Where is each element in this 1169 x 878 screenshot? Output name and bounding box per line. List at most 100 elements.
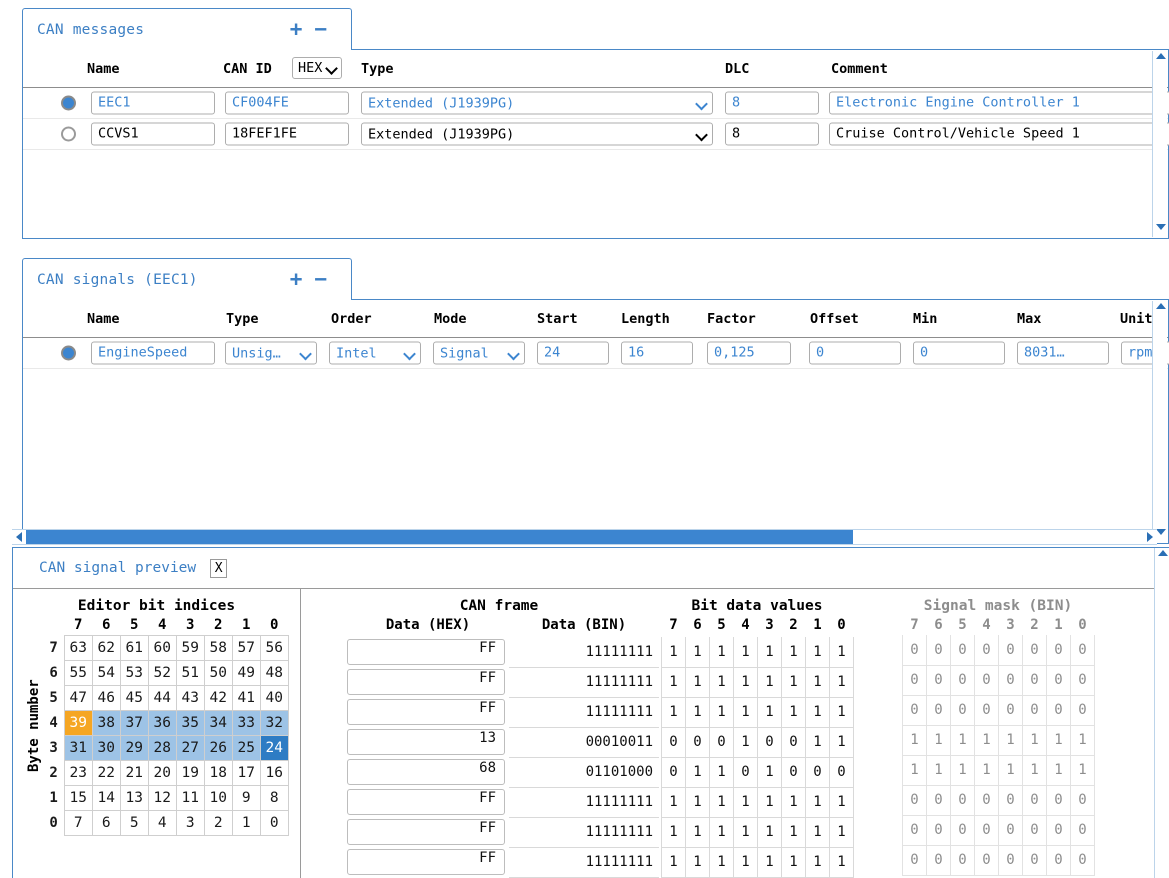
editor-bit-cell[interactable]: 32 [260,711,288,736]
bit-value-cell[interactable]: 1 [830,817,854,847]
bit-value-cell[interactable]: 0 [806,757,830,787]
bit-value-cell[interactable]: 1 [806,847,830,877]
can-signals-vertical-scrollbar[interactable] [1152,301,1167,542]
add-message-button[interactable]: + [290,19,303,40]
bit-value-cell[interactable]: 1 [710,787,734,817]
bit-value-cell[interactable]: 1 [734,727,758,757]
message-dlc-field[interactable]: 8 [725,92,819,115]
bit-value-cell[interactable]: 0 [782,757,806,787]
signal-length-field[interactable]: 16 [621,342,693,365]
editor-bit-cell[interactable]: 23 [64,761,92,786]
editor-bit-cell[interactable]: 34 [204,711,232,736]
editor-bit-cell[interactable]: 16 [260,761,288,786]
editor-bit-cell[interactable]: 42 [204,686,232,711]
editor-bit-cell[interactable]: 40 [260,686,288,711]
message-type-select[interactable]: Extended (J1939PG) [361,92,713,115]
editor-bit-cell[interactable]: 11 [176,786,204,811]
frame-hex-input[interactable]: FF [347,789,505,815]
bit-value-cell[interactable]: 1 [782,787,806,817]
frame-hex-input[interactable]: FF [347,699,505,725]
editor-bit-cell[interactable]: 7 [64,811,92,836]
scroll-up-arrow-icon[interactable] [1155,303,1166,314]
editor-bit-cell[interactable]: 57 [232,636,260,661]
editor-bit-cell[interactable]: 36 [148,711,176,736]
tab-can-signals[interactable]: CAN signals (EEC1) + − [22,258,352,300]
editor-bit-cell[interactable]: 18 [204,761,232,786]
editor-bit-cell[interactable]: 6 [92,811,120,836]
bit-value-cell[interactable]: 1 [686,697,710,727]
editor-bit-cell[interactable]: 22 [92,761,120,786]
bit-value-cell[interactable]: 1 [710,817,734,847]
bit-value-cell[interactable]: 1 [806,787,830,817]
scroll-up-arrow-icon[interactable] [1155,53,1166,64]
table-row[interactable]: EngineSpeed Unsig… Intel Signal 24 16 0,… [23,338,1168,369]
signal-factor-field[interactable]: 0,125 [707,342,791,365]
editor-bit-cell[interactable]: 14 [92,786,120,811]
bit-value-cell[interactable]: 1 [758,667,782,697]
message-comment-field[interactable]: Electronic Engine Controller 1 [829,92,1169,115]
bit-value-cell[interactable]: 1 [710,667,734,697]
editor-bit-cell[interactable]: 9 [232,786,260,811]
editor-bit-cell[interactable]: 3 [176,811,204,836]
editor-bit-cell[interactable]: 47 [64,686,92,711]
editor-bit-cell[interactable]: 55 [64,661,92,686]
editor-bit-cell[interactable]: 53 [120,661,148,686]
message-can-id-field[interactable]: CF004FE [225,92,349,115]
close-preview-button[interactable]: X [210,559,227,578]
bit-value-cell[interactable]: 1 [662,847,686,877]
frame-hex-input[interactable]: FF [347,849,505,875]
preview-vertical-scrollbar[interactable] [1154,548,1169,878]
bit-value-cell[interactable]: 1 [758,787,782,817]
remove-signal-button[interactable]: − [314,269,327,290]
editor-bit-cell[interactable]: 50 [204,661,232,686]
message-comment-field[interactable]: Cruise Control/Vehicle Speed 1 [829,123,1169,146]
editor-bit-cell[interactable]: 49 [232,661,260,686]
bit-value-cell[interactable]: 1 [806,667,830,697]
editor-bit-cell[interactable]: 37 [120,711,148,736]
editor-bit-cell[interactable]: 43 [176,686,204,711]
editor-bit-cell[interactable]: 2 [204,811,232,836]
editor-bit-cell[interactable]: 13 [120,786,148,811]
message-can-id-field[interactable]: 18FEF1FE [225,123,349,146]
bit-value-cell[interactable]: 1 [662,787,686,817]
bit-value-cell[interactable]: 1 [734,667,758,697]
bit-value-cell[interactable]: 0 [782,727,806,757]
bit-value-cell[interactable]: 1 [662,817,686,847]
editor-bit-cell[interactable]: 30 [92,736,120,761]
bit-value-cell[interactable]: 1 [710,697,734,727]
bit-value-cell[interactable]: 1 [830,727,854,757]
editor-bit-cell[interactable]: 63 [64,636,92,661]
editor-bit-cell[interactable]: 17 [232,761,260,786]
editor-bit-cell[interactable]: 10 [204,786,232,811]
editor-bit-cell[interactable]: 20 [148,761,176,786]
signal-type-select[interactable]: Unsig… [225,342,317,365]
editor-bit-cell[interactable]: 60 [148,636,176,661]
editor-bit-cell[interactable]: 33 [232,711,260,736]
table-row[interactable]: CCVS1 18FEF1FE Extended (J1939PG) 8 Crui… [23,119,1168,150]
scroll-left-arrow-icon[interactable] [12,532,26,542]
bit-value-cell[interactable]: 1 [686,847,710,877]
signal-max-field[interactable]: 8031… [1017,342,1109,365]
can-messages-vertical-scrollbar[interactable] [1152,51,1167,237]
editor-bit-cell[interactable]: 61 [120,636,148,661]
editor-bit-cell[interactable]: 41 [232,686,260,711]
signal-row-selector[interactable] [61,346,76,361]
editor-bit-cell[interactable]: 27 [176,736,204,761]
bit-value-cell[interactable]: 1 [734,637,758,667]
can-id-format-select[interactable]: HEX [292,57,342,79]
bit-value-cell[interactable]: 1 [686,637,710,667]
bit-value-cell[interactable]: 1 [782,817,806,847]
bit-value-cell[interactable]: 1 [662,637,686,667]
editor-bit-cell[interactable]: 5 [120,811,148,836]
message-type-select[interactable]: Extended (J1939PG) [361,123,713,146]
bit-value-cell[interactable]: 1 [734,787,758,817]
bit-value-cell[interactable]: 0 [662,727,686,757]
bit-value-cell[interactable]: 1 [758,637,782,667]
bit-value-cell[interactable]: 1 [758,757,782,787]
bit-value-cell[interactable]: 1 [710,847,734,877]
message-row-selector[interactable] [61,96,76,111]
frame-hex-input[interactable]: FF [347,639,505,665]
message-name-field[interactable]: EEC1 [91,92,215,115]
bit-value-cell[interactable]: 0 [662,757,686,787]
bit-value-cell[interactable]: 1 [686,667,710,697]
